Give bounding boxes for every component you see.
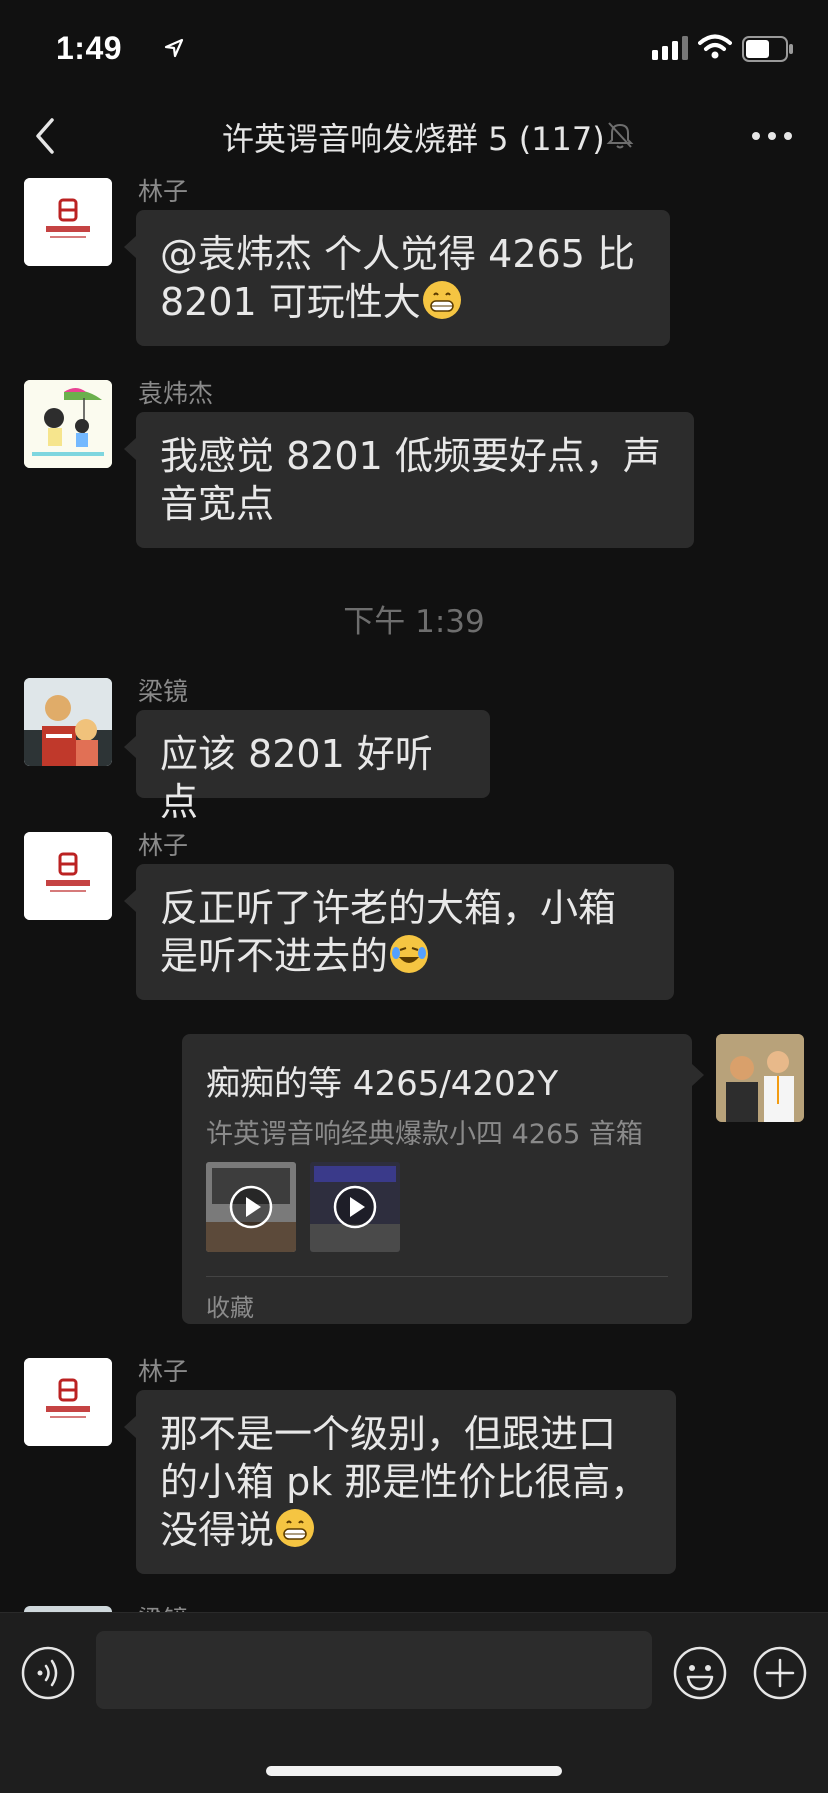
video-thumbnail-image (206, 1162, 296, 1252)
grin-emoji-icon (422, 281, 461, 319)
photo-avatar-icon (716, 1034, 804, 1122)
video-thumbnail[interactable] (310, 1162, 400, 1252)
sender-name: 林子 (138, 177, 189, 206)
cartoon-avatar-icon (24, 380, 112, 468)
grin-emoji-icon (276, 1509, 315, 1547)
message-line: 音宽点 (160, 482, 275, 526)
wifi-icon (698, 34, 732, 59)
company-logo-icon (24, 178, 112, 266)
card-source: 收藏 (206, 1294, 254, 1322)
back-arrow-icon[interactable] (28, 112, 68, 160)
message-bubble[interactable]: 我感觉 8201 低频要好点，声 音宽点 (124, 412, 694, 548)
time-separator: 下午 1:39 (343, 604, 485, 640)
avatar[interactable] (24, 678, 112, 766)
message-line: 应该 8201 好听点 (160, 732, 433, 824)
video-thumbnail-image (310, 1162, 400, 1252)
card-description: 许英谔音响经典爆款小四 4265 音箱 (206, 1119, 643, 1150)
location-arrow-icon (164, 38, 184, 58)
add-attachment-icon[interactable] (752, 1645, 808, 1701)
laugh-cry-emoji-icon (390, 935, 429, 973)
avatar[interactable] (24, 380, 112, 468)
sender-name: 袁炜杰 (138, 379, 214, 408)
company-logo-icon (24, 1358, 112, 1446)
company-logo-icon (24, 832, 112, 920)
message-line: 8201 可玩性大 (160, 280, 421, 324)
message-line: 反正听了许老的大箱，小箱 (160, 886, 617, 930)
sender-name: 林子 (138, 1357, 189, 1386)
sender-name: 梁镜 (138, 677, 189, 706)
message-line: 那不是一个级别，但跟进口 (160, 1412, 617, 1456)
card-title: 痴痴的等 4265/4202Y (206, 1064, 559, 1104)
emoji-picker-icon[interactable] (672, 1645, 728, 1701)
video-thumbnail[interactable] (206, 1162, 296, 1252)
mute-bell-icon (606, 122, 634, 149)
avatar[interactable] (24, 1358, 112, 1446)
favorite-card[interactable]: 痴痴的等 4265/4202Y 许英谔音响经典爆款小四 4265 音箱 收藏 (182, 1034, 704, 1324)
status-bar: 1:49 (0, 0, 828, 100)
voice-input-icon[interactable] (20, 1645, 76, 1701)
divider (206, 1276, 668, 1277)
avatar[interactable] (24, 178, 112, 266)
message-bubble[interactable]: 反正听了许老的大箱，小箱 是听不进去的 (124, 864, 674, 1000)
message-line: 没得说 (160, 1508, 275, 1552)
avatar[interactable] (24, 832, 112, 920)
message-bubble[interactable]: @袁炜杰 个人觉得 4265 比 8201 可玩性大 (124, 210, 670, 346)
message-bubble[interactable]: 那不是一个级别，但跟进口 的小箱 pk 那是性价比很高， 没得说 (124, 1390, 676, 1574)
status-time: 1:49 (56, 30, 123, 66)
chat-header: 许英谔音响发烧群 5 (117) (0, 100, 828, 180)
self-avatar[interactable] (716, 1034, 804, 1122)
message-row-partial: 梁镜 (0, 1600, 828, 1612)
photo-avatar-icon (24, 678, 112, 766)
message-line: @袁炜杰 个人觉得 4265 比 (160, 232, 635, 276)
message-bubble[interactable]: 应该 8201 好听点 (124, 710, 490, 824)
chat-title: 许英谔音响发烧群 5 (117) (222, 120, 605, 158)
home-indicator[interactable] (266, 1766, 562, 1776)
battery-icon (742, 36, 793, 62)
more-options-icon[interactable] (748, 126, 796, 146)
cellular-signal-icon (652, 36, 688, 60)
sender-name: 梁镜 (138, 1600, 188, 1612)
message-input[interactable] (96, 1631, 652, 1709)
message-line: 我感觉 8201 低频要好点，声 (160, 434, 661, 478)
message-line: 是听不进去的 (160, 934, 389, 978)
message-line: 的小箱 pk 那是性价比很高， (160, 1460, 649, 1504)
sender-name: 林子 (138, 831, 189, 860)
